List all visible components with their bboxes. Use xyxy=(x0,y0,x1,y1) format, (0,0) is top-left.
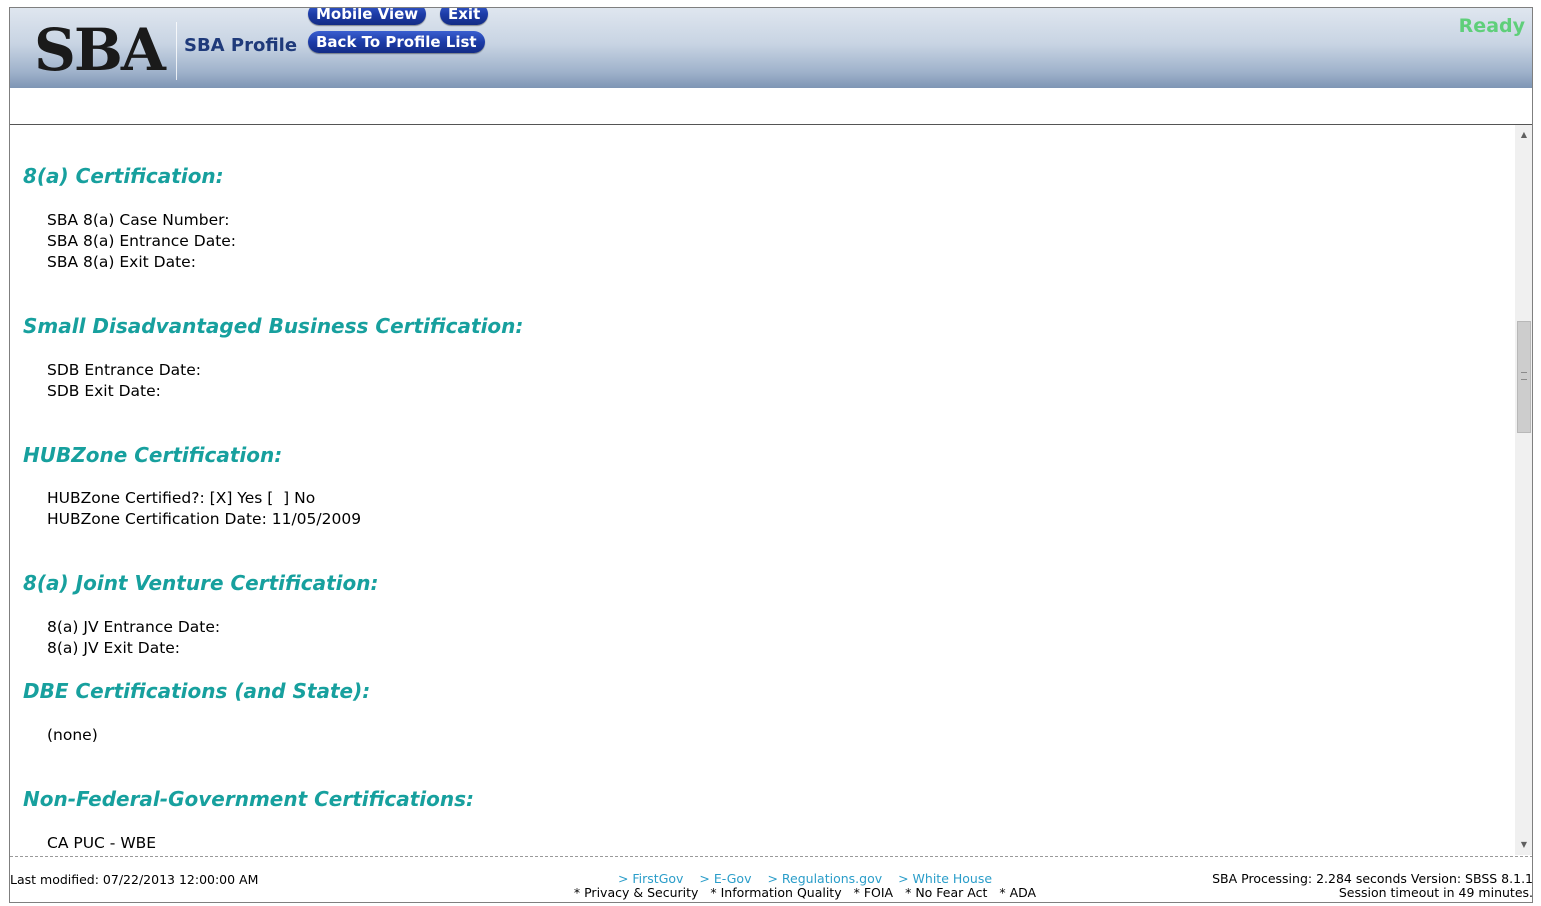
last-modified-text: Last modified: 07/22/2013 12:00:00 AM xyxy=(10,872,259,887)
sba-logo[interactable]: SBA xyxy=(34,16,184,84)
app-title: SBA Profile xyxy=(184,35,298,56)
scroll-down-arrow-icon[interactable]: ▼ xyxy=(1515,837,1532,853)
page-footer: Last modified: 07/22/2013 12:00:00 AM > … xyxy=(10,856,1533,902)
section-heading-8a-jv-certification: 8(a) Joint Venture Certification: xyxy=(23,571,379,595)
field-non-federal-cert: SB xyxy=(47,852,67,855)
back-to-profile-list-button[interactable]: Back To Profile List xyxy=(308,31,485,53)
section-heading-dbe-certifications: DBE Certifications (and State): xyxy=(23,679,371,703)
field-sba-8a-exit-date: SBA 8(a) Exit Date: xyxy=(47,253,196,271)
field-8a-jv-entrance-date: 8(a) JV Entrance Date: xyxy=(47,618,221,636)
app-header: SBA SBA Profile Mobile View Exit Back To… xyxy=(10,8,1532,88)
mobile-view-button[interactable]: Mobile View xyxy=(308,8,427,25)
footer-link-egov[interactable]: > E-Gov xyxy=(699,871,751,886)
field-sdb-entrance-date: SDB Entrance Date: xyxy=(47,361,201,379)
footer-link-privacy-security[interactable]: * Privacy & Security xyxy=(574,885,699,900)
exit-button[interactable]: Exit xyxy=(440,8,489,25)
section-heading-non-federal-certifications: Non-Federal-Government Certifications: xyxy=(23,787,475,811)
field-8a-jv-exit-date: 8(a) JV Exit Date: xyxy=(47,639,181,657)
scroll-grip-icon xyxy=(1521,372,1527,380)
footer-link-white-house[interactable]: > White House xyxy=(898,871,992,886)
vertical-scrollbar[interactable]: ▲ ▼ xyxy=(1515,125,1532,855)
status-indicator: Ready xyxy=(1458,15,1525,37)
sba-logo-text: SBA xyxy=(34,16,166,84)
field-dbe-none: (none) xyxy=(47,726,98,744)
section-heading-hubzone-certification: HUBZone Certification: xyxy=(23,443,283,467)
scroll-thumb[interactable] xyxy=(1517,321,1531,433)
footer-link-ada[interactable]: * ADA xyxy=(999,885,1036,900)
footer-links: > FirstGov > E-Gov > Regulations.gov > W… xyxy=(555,872,1055,886)
scroll-up-arrow-icon[interactable]: ▲ xyxy=(1515,127,1532,143)
field-non-federal-cert: CA PUC - WBE xyxy=(47,834,157,852)
section-heading-sdb-certification: Small Disadvantaged Business Certificati… xyxy=(23,314,524,338)
page-frame: SBA SBA Profile Mobile View Exit Back To… xyxy=(9,7,1533,903)
footer-link-foia[interactable]: * FOIA xyxy=(854,885,894,900)
footer-right: SBA Processing: 2.284 seconds Version: S… xyxy=(1212,871,1533,900)
footer-link-firstgov[interactable]: > FirstGov xyxy=(618,871,684,886)
footer-link-regulations-gov[interactable]: > Regulations.gov xyxy=(767,871,882,886)
footer-link-no-fear-act[interactable]: * No Fear Act xyxy=(905,885,987,900)
session-timeout: Session timeout in 49 minutes. xyxy=(1338,885,1533,900)
footer-policies: * Privacy & Security * Information Quali… xyxy=(555,886,1055,900)
header-divider xyxy=(176,22,177,80)
section-heading-8a-certification: 8(a) Certification: xyxy=(23,164,224,188)
processing-info: SBA Processing: 2.284 seconds Version: S… xyxy=(1212,871,1533,886)
footer-center: > FirstGov > E-Gov > Regulations.gov > W… xyxy=(555,872,1055,900)
field-sba-8a-case-number: SBA 8(a) Case Number: xyxy=(47,211,230,229)
field-hubzone-certified: HUBZone Certified?: [X] Yes [ ] No xyxy=(47,489,316,507)
field-hubzone-certification-date: HUBZone Certification Date: 11/05/2009 xyxy=(47,510,362,528)
field-sba-8a-entrance-date: SBA 8(a) Entrance Date: xyxy=(47,232,237,250)
profile-content: 8(a) Certification: SBA 8(a) Case Number… xyxy=(10,125,1515,855)
field-sdb-exit-date: SDB Exit Date: xyxy=(47,382,161,400)
footer-link-information-quality[interactable]: * Information Quality xyxy=(710,885,841,900)
